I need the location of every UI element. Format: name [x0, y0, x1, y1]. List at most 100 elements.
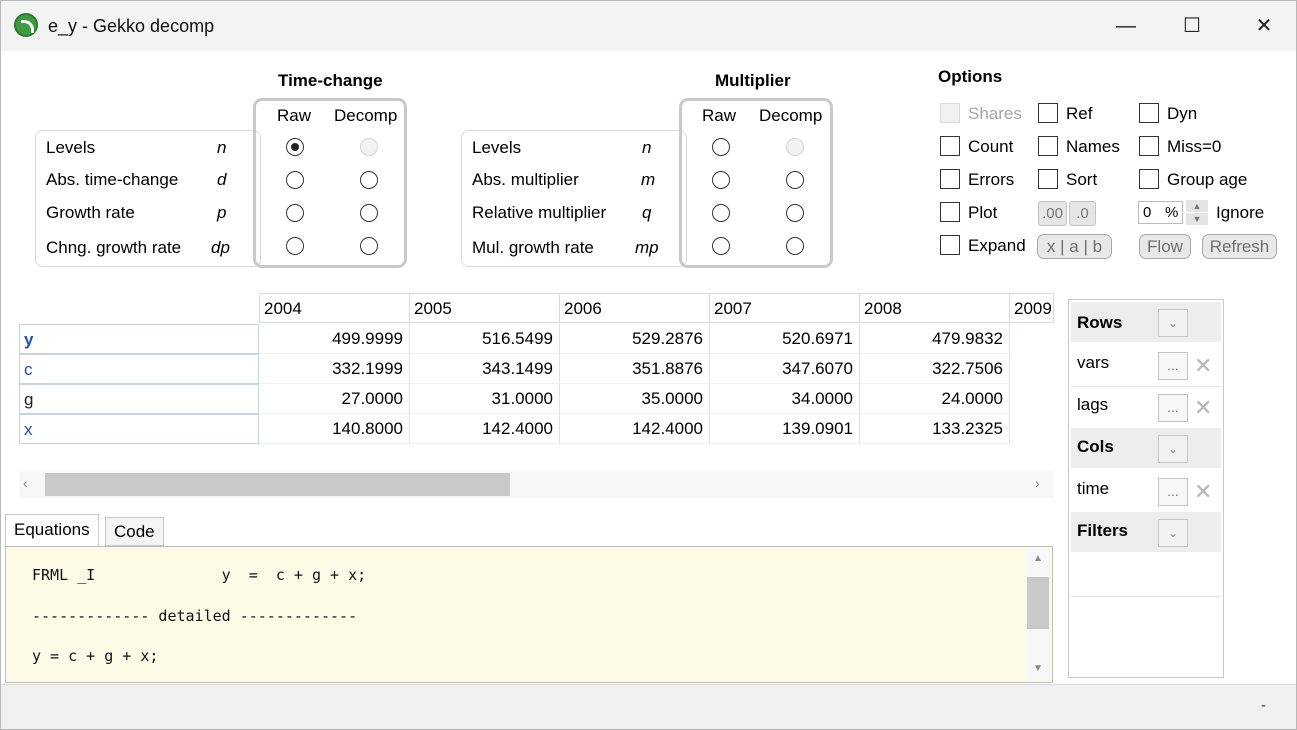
scroll-left-icon[interactable]: ‹: [23, 475, 28, 491]
sort-checkbox[interactable]: [1038, 169, 1058, 189]
ignore-unit: %: [1165, 204, 1179, 221]
errors-checkbox[interactable]: [940, 169, 960, 189]
tc-label-abs-time-change: Abs. time-change: [46, 170, 179, 189]
lags-ellipsis-button[interactable]: ...: [1158, 394, 1188, 422]
decimals-2-button[interactable]: .00: [1038, 201, 1067, 226]
tc-levels-raw-radio[interactable]: [286, 138, 304, 156]
flow-button[interactable]: Flow: [1139, 234, 1191, 259]
column-header[interactable]: 2007: [709, 293, 860, 323]
column-header[interactable]: 2004: [259, 293, 410, 323]
equation-viewer[interactable]: FRML _I y = c + g + x; ------------- det…: [5, 546, 1053, 683]
vars-remove-icon[interactable]: ✕: [1194, 355, 1212, 377]
tc-label-chng-growth-rate: Chng. growth rate: [46, 238, 182, 257]
mul-abs-raw-radio[interactable]: [712, 171, 730, 189]
tc-chng-raw-radio[interactable]: [286, 237, 304, 255]
grid-cell[interactable]: 27.0000: [259, 384, 410, 414]
grid-cell[interactable]: 133.2325: [859, 414, 1010, 444]
spin-up-icon[interactable]: ▲: [1186, 200, 1208, 212]
mul-abs-decomp-radio[interactable]: [786, 171, 804, 189]
grid-cell[interactable]: 142.4000: [409, 414, 560, 444]
miss0-checkbox[interactable]: [1139, 136, 1159, 156]
close-button[interactable]: ✕: [1241, 9, 1287, 43]
tc-growth-decomp-radio[interactable]: [360, 204, 378, 222]
spin-down-icon[interactable]: ▼: [1186, 213, 1208, 225]
grid-cell[interactable]: 142.4000: [559, 414, 710, 444]
grid-cell[interactable]: 343.1499: [409, 354, 560, 384]
grid-cell[interactable]: 520.6971: [709, 324, 860, 354]
grid-cell[interactable]: 479.9832: [859, 324, 1010, 354]
rows-dropdown-icon[interactable]: ⌄: [1158, 309, 1188, 337]
expand-label: Expand: [968, 236, 1026, 255]
names-label: Names: [1066, 137, 1120, 156]
tab-code[interactable]: Code: [105, 517, 164, 546]
decimals-1-button[interactable]: .0: [1069, 201, 1096, 226]
maximize-button[interactable]: ☐: [1169, 9, 1215, 43]
dyn-checkbox[interactable]: [1139, 103, 1159, 123]
count-checkbox[interactable]: [940, 136, 960, 156]
grid-cell[interactable]: 347.6070: [709, 354, 860, 384]
refresh-button[interactable]: Refresh: [1202, 234, 1277, 259]
tab-equations[interactable]: Equations: [5, 514, 99, 547]
filters-dropdown-icon[interactable]: ⌄: [1158, 519, 1188, 547]
group-age-checkbox[interactable]: [1139, 169, 1159, 189]
ignore-percent-input[interactable]: 0 %: [1138, 201, 1183, 224]
minimize-button[interactable]: —: [1103, 9, 1149, 43]
title-bar[interactable]: e_y - Gekko decomp — ☐ ✕: [1, 1, 1296, 51]
rows-item-lags[interactable]: lags: [1077, 395, 1108, 415]
column-header[interactable]: 2006: [559, 293, 710, 323]
grid-cell[interactable]: 499.9999: [259, 324, 410, 354]
tc-levels-decomp-radio[interactable]: [360, 138, 378, 156]
scroll-down-icon[interactable]: ▼: [1033, 663, 1043, 674]
mul-levels-raw-radio[interactable]: [712, 138, 730, 156]
lags-remove-icon[interactable]: ✕: [1194, 397, 1212, 419]
time-remove-icon[interactable]: ✕: [1194, 481, 1212, 503]
row-header-x[interactable]: x: [19, 414, 259, 444]
plot-checkbox[interactable]: [940, 202, 960, 222]
tc-abs-decomp-radio[interactable]: [360, 171, 378, 189]
grid-cell[interactable]: 31.0000: [409, 384, 560, 414]
mul-rel-raw-radio[interactable]: [712, 204, 730, 222]
tc-abs-raw-radio[interactable]: [286, 171, 304, 189]
row-header-c[interactable]: c: [19, 354, 259, 384]
rows-item-vars[interactable]: vars: [1077, 353, 1109, 373]
horizontal-scroll-thumb[interactable]: [45, 473, 510, 496]
grid-cell[interactable]: 322.7506: [859, 354, 1010, 384]
status-bar: -: [1, 684, 1296, 729]
grid-cell[interactable]: 35.0000: [559, 384, 710, 414]
vertical-scrollbar[interactable]: ▲ ▼: [1025, 549, 1051, 681]
grid-cell[interactable]: 529.2876: [559, 324, 710, 354]
tc-growth-raw-radio[interactable]: [286, 204, 304, 222]
time-ellipsis-button[interactable]: ...: [1158, 478, 1188, 506]
ref-checkbox[interactable]: [1038, 103, 1058, 123]
column-header[interactable]: 2005: [409, 293, 560, 323]
column-header[interactable]: 2008: [859, 293, 1010, 323]
tc-chng-decomp-radio[interactable]: [360, 237, 378, 255]
mul-levels-decomp-radio[interactable]: [786, 138, 804, 156]
mul-rel-decomp-radio[interactable]: [786, 204, 804, 222]
row-header-g[interactable]: g: [19, 384, 259, 414]
row-header-y[interactable]: y: [19, 324, 259, 354]
mul-growth-decomp-radio[interactable]: [786, 237, 804, 255]
cols-dropdown-icon[interactable]: ⌄: [1158, 435, 1188, 463]
grid-cell[interactable]: 34.0000: [709, 384, 860, 414]
tc-code-growth-rate: p: [217, 203, 227, 222]
expand-checkbox[interactable]: [940, 235, 960, 255]
shares-checkbox[interactable]: [940, 103, 960, 123]
names-checkbox[interactable]: [1038, 136, 1058, 156]
grid-cell[interactable]: 332.1999: [259, 354, 410, 384]
grid-cell[interactable]: 351.8876: [559, 354, 710, 384]
cols-item-time[interactable]: time: [1077, 479, 1109, 499]
tc-label-growth-rate: Growth rate: [46, 203, 135, 222]
grid-cell[interactable]: 24.0000: [859, 384, 1010, 414]
column-header[interactable]: 2009: [1009, 293, 1054, 323]
scroll-right-icon[interactable]: ›: [1035, 475, 1040, 491]
vars-ellipsis-button[interactable]: ...: [1158, 352, 1188, 380]
scroll-up-icon[interactable]: ▲: [1033, 553, 1043, 564]
grid-cell[interactable]: 140.8000: [259, 414, 410, 444]
grid-cell[interactable]: 139.0901: [709, 414, 860, 444]
mul-growth-raw-radio[interactable]: [712, 237, 730, 255]
xab-button[interactable]: x | a | b: [1037, 234, 1112, 259]
vertical-scroll-thumb[interactable]: [1027, 577, 1049, 629]
horizontal-scrollbar[interactable]: ‹ ›: [19, 471, 1054, 498]
grid-cell[interactable]: 516.5499: [409, 324, 560, 354]
